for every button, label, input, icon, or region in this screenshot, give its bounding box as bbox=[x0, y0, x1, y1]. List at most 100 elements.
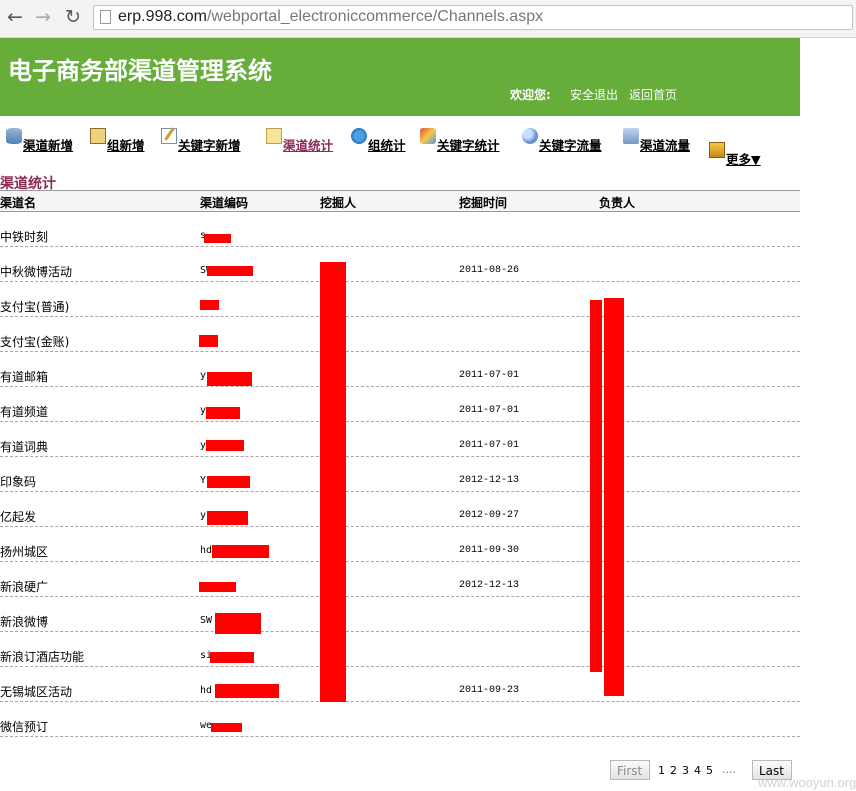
table-row[interactable]: 新浪微博 SW bbox=[0, 597, 800, 632]
toolbar-label: 组新增 bbox=[107, 138, 145, 153]
redaction-mark bbox=[207, 476, 250, 488]
home-link[interactable]: 返回首页 bbox=[629, 86, 677, 103]
channel-name: 无锡城区活动 bbox=[0, 685, 73, 699]
toolbar-label: 关键字新增 bbox=[178, 138, 241, 153]
table-row[interactable]: 印象码 Y 2012-12-13 bbox=[0, 457, 800, 492]
channel-name: 有道频道 bbox=[0, 405, 49, 419]
redaction-mark bbox=[207, 372, 252, 386]
redaction-mark bbox=[210, 652, 254, 663]
redaction-mark bbox=[590, 300, 602, 672]
table-row[interactable]: 有道词典 y 2011-07-01 bbox=[0, 422, 800, 457]
browser-toolbar: ← → ↻ erp.998.com/webportal_electronicco… bbox=[0, 0, 856, 38]
column-header-date: 挖掘时间 bbox=[459, 196, 508, 210]
redaction-mark bbox=[199, 582, 236, 592]
keyword-edit-icon bbox=[161, 128, 177, 144]
channel-name: 中铁时刻 bbox=[0, 230, 49, 244]
url-host: erp.998.com bbox=[118, 8, 207, 25]
toolbar-label: 渠道新增 bbox=[23, 138, 74, 153]
channel-name: 支付宝(普通) bbox=[0, 300, 70, 314]
toolbar-label: 关键字流量 bbox=[539, 138, 602, 153]
back-arrow-icon[interactable]: ← bbox=[4, 6, 26, 28]
dig-date: 2012-09-27 bbox=[459, 510, 520, 521]
redaction-mark bbox=[212, 545, 269, 558]
table-row[interactable]: 支付宝(金账) bbox=[0, 317, 800, 352]
logout-link[interactable]: 安全退出 bbox=[570, 86, 618, 103]
table-row[interactable]: 有道邮箱 y 2011-07-01 bbox=[0, 352, 800, 387]
dig-date: 2011-08-26 bbox=[459, 265, 520, 276]
channel-name: 有道邮箱 bbox=[0, 370, 49, 384]
redaction-mark bbox=[604, 298, 624, 696]
table-row[interactable]: 有道频道 y 2011-07-01 bbox=[0, 387, 800, 422]
table-row[interactable]: 微信预订 we bbox=[0, 702, 800, 737]
toolbar-label: 渠道流量 bbox=[640, 138, 691, 153]
page-link-1[interactable]: 1 bbox=[658, 764, 665, 777]
redaction-mark bbox=[207, 266, 253, 276]
toolbar-label: 关键字统计 bbox=[437, 138, 500, 153]
group-folder-icon bbox=[90, 128, 106, 144]
site-header: 电子商务部渠道管理系统 欢迎您: 安全退出 返回首页 bbox=[0, 38, 800, 116]
column-header-owner: 负责人 bbox=[599, 196, 636, 210]
redaction-mark bbox=[207, 511, 248, 525]
welcome-text: 欢迎您: bbox=[510, 88, 551, 102]
table-row[interactable]: 新浪硬广 2012-12-13 bbox=[0, 562, 800, 597]
page-link-5[interactable]: 5 bbox=[706, 764, 713, 777]
url-text[interactable]: erp.998.com/webportal_electroniccommerce… bbox=[118, 8, 543, 26]
redaction-mark bbox=[204, 234, 231, 243]
channel-code: hd bbox=[200, 545, 213, 556]
redaction-mark bbox=[215, 613, 261, 634]
stats-folder-icon bbox=[266, 128, 282, 144]
magnifier-icon bbox=[522, 128, 538, 144]
dig-date: 2012-12-13 bbox=[459, 475, 520, 486]
toolbar-label: 组统计 bbox=[368, 138, 406, 153]
redaction-mark bbox=[200, 300, 219, 310]
page-link-2[interactable]: 2 bbox=[670, 764, 677, 777]
dig-date: 2011-07-01 bbox=[459, 440, 520, 451]
keyword-stats-icon bbox=[420, 128, 436, 144]
table-row[interactable]: 扬州城区 hd 2011-09-30 bbox=[0, 527, 800, 562]
column-header-digger: 挖掘人 bbox=[320, 196, 357, 210]
function-toolbar: 渠道新增 组新增 关键字新增 渠道统计 组统计 关键字统计 关键字流量 渠道流量… bbox=[0, 128, 800, 167]
channel-name: 新浪订酒店功能 bbox=[0, 650, 85, 664]
table-row[interactable]: 支付宝(普通) bbox=[0, 282, 800, 317]
channel-name: 中秋微博活动 bbox=[0, 265, 73, 279]
address-bar[interactable]: erp.998.com/webportal_electroniccommerce… bbox=[93, 5, 853, 30]
dig-date: 2012-12-13 bbox=[459, 580, 520, 591]
table-row[interactable]: 中秋微博活动SW u2011-08-26 bbox=[0, 247, 800, 282]
page-icon bbox=[100, 10, 111, 24]
package-icon bbox=[709, 142, 725, 158]
dig-date: 2011-07-01 bbox=[459, 405, 520, 416]
page-link-3[interactable]: 3 bbox=[682, 764, 689, 777]
first-page-button[interactable]: First bbox=[610, 760, 650, 780]
dig-date: 2011-09-30 bbox=[459, 545, 520, 556]
channel-name: 印象码 bbox=[0, 475, 37, 489]
dig-date: 2011-07-01 bbox=[459, 370, 520, 381]
page-ellipsis: .... bbox=[722, 763, 736, 776]
watermark: www.wooyun.org bbox=[758, 775, 856, 790]
channel-name: 支付宝(金账) bbox=[0, 335, 70, 349]
redaction-mark bbox=[206, 407, 240, 419]
channel-table-body: 中铁时刻s 中秋微博活动SW u2011-08-26 支付宝(普通) 支付宝(金… bbox=[0, 212, 800, 737]
channel-flow-icon bbox=[623, 128, 639, 144]
channel-name: 有道词典 bbox=[0, 440, 49, 454]
redaction-mark bbox=[211, 723, 242, 732]
table-header: 渠道名 渠道编码 挖掘人 挖掘时间 负责人 bbox=[0, 190, 800, 212]
database-icon bbox=[6, 128, 22, 144]
table-row[interactable]: 新浪订酒店功能 si bbox=[0, 632, 800, 667]
page-link-4[interactable]: 4 bbox=[694, 764, 701, 777]
redaction-mark bbox=[320, 262, 346, 702]
toolbar-label: 更多▼ bbox=[726, 152, 761, 167]
channel-name: 新浪硬广 bbox=[0, 580, 49, 594]
redaction-mark bbox=[206, 440, 244, 451]
toolbar-label: 渠道统计 bbox=[283, 138, 334, 153]
channel-code: SW bbox=[200, 615, 213, 626]
channel-code: Y bbox=[200, 475, 207, 486]
channel-name: 亿起发 bbox=[0, 510, 37, 524]
table-row[interactable]: 中铁时刻s bbox=[0, 212, 800, 247]
table-row[interactable]: 无锡城区活动 hd 2011-09-23 bbox=[0, 667, 800, 702]
channel-code: y bbox=[200, 510, 207, 521]
dig-date: 2011-09-23 bbox=[459, 685, 520, 696]
table-row[interactable]: 亿起发 y 2012-09-27 bbox=[0, 492, 800, 527]
reload-icon[interactable]: ↻ bbox=[62, 6, 84, 28]
forward-arrow-icon[interactable]: → bbox=[32, 6, 54, 28]
channel-name: 新浪微博 bbox=[0, 615, 49, 629]
